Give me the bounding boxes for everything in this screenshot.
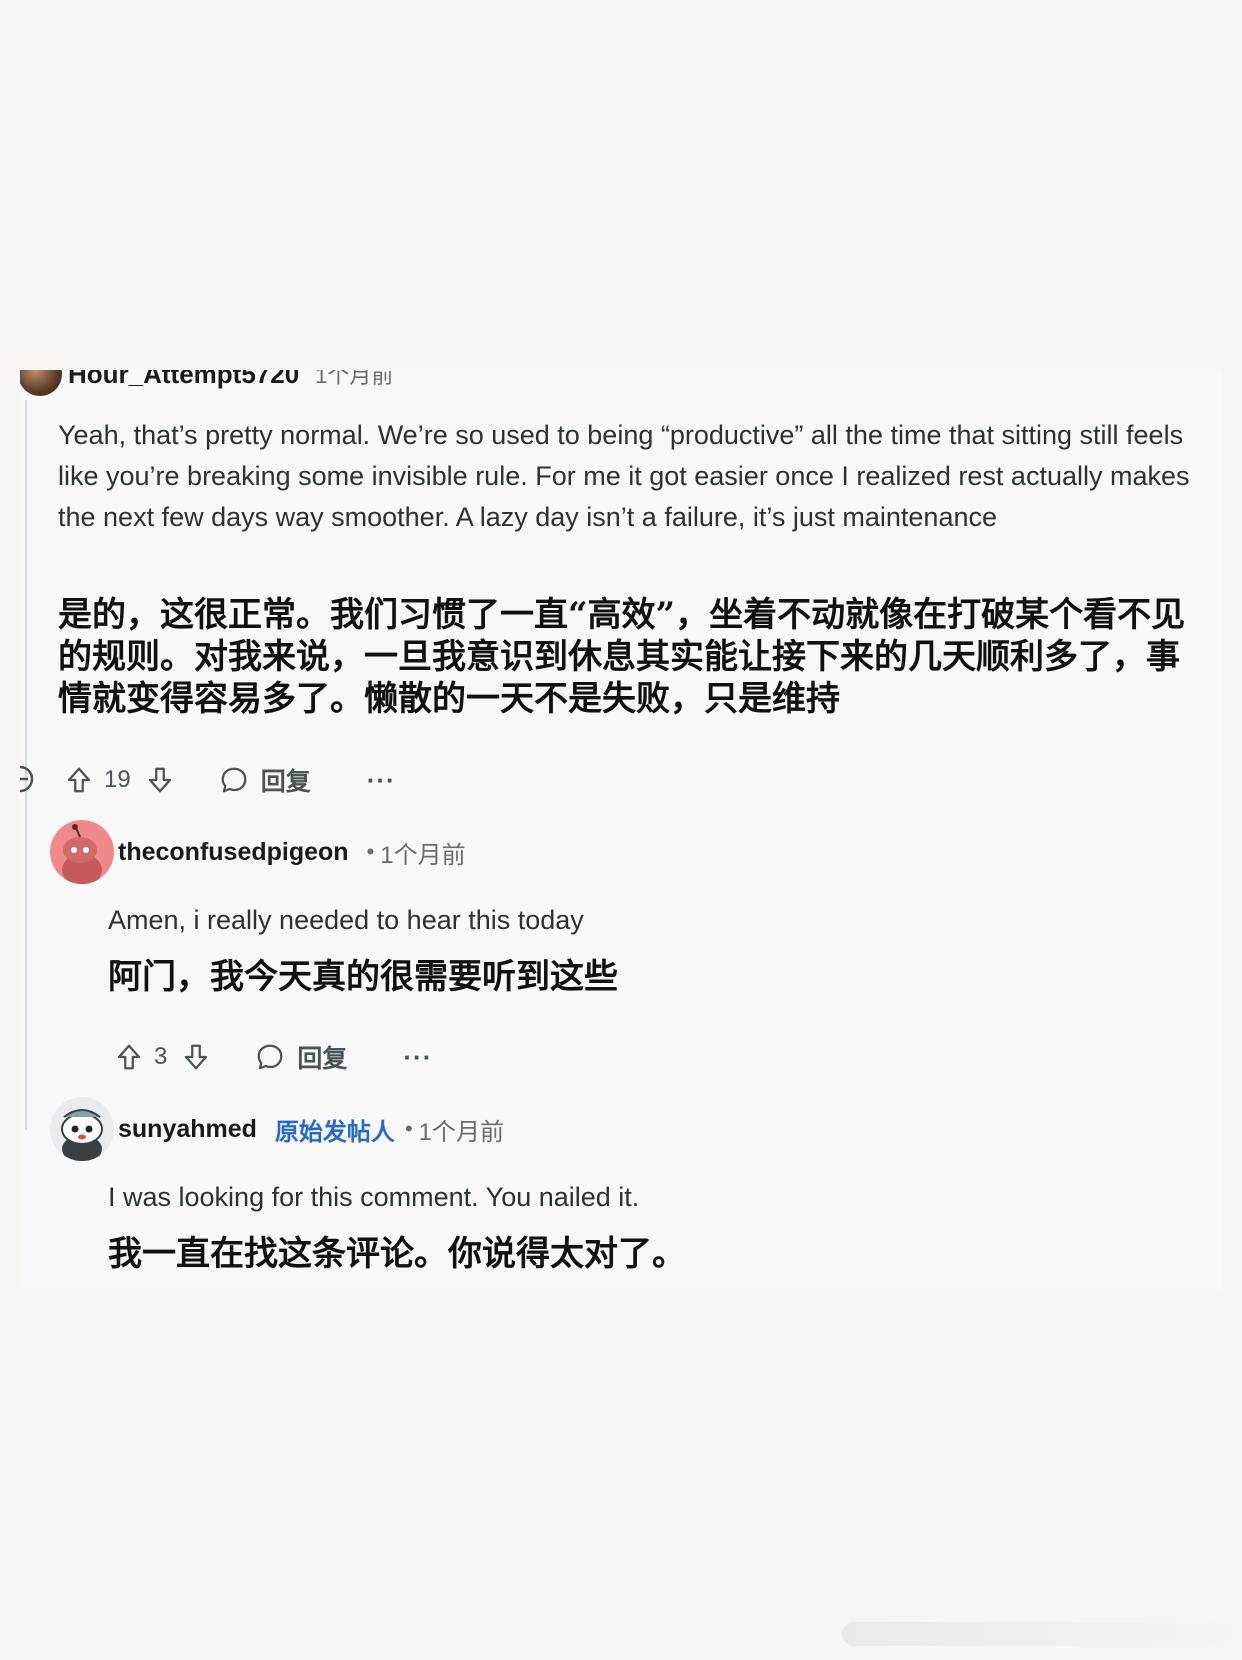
- comment-icon: [217, 763, 251, 797]
- comment-actions: 3 回复 ···: [112, 1037, 432, 1077]
- reply-header: sunyahmed 原始发帖人 • 1个月前: [50, 1097, 504, 1161]
- reply-button[interactable]: 回复: [253, 1039, 347, 1075]
- comment-body-en: Yeah, that’s pretty normal. We’re so use…: [58, 420, 1190, 532]
- comment-body-en: I was looking for this comment. You nail…: [108, 1182, 640, 1212]
- avatar[interactable]: [50, 820, 114, 884]
- meta-separator: •: [404, 1116, 413, 1141]
- comment-thread: Hour_Attempt5720 1个月前 Yeah, that’s prett…: [20, 370, 1222, 1290]
- reply-label: 回复: [297, 1045, 348, 1073]
- comment-time: 1个月前: [380, 841, 466, 869]
- snoo-avatar-icon: [62, 824, 102, 884]
- vote-count: 3: [154, 1043, 168, 1070]
- avatar[interactable]: [50, 1097, 114, 1161]
- reply-label: 回复: [260, 768, 311, 796]
- comment-body-zh: 我一直在找这条评论。你说得太对了。: [108, 1234, 686, 1274]
- more-options-button[interactable]: ···: [367, 765, 396, 796]
- comment-body-zh: 是的，这很正常。我们习惯了一直“高效”，坐着不动就像在打破某个看不见的规则。对我…: [58, 595, 1186, 719]
- username[interactable]: sunyahmed: [118, 1115, 257, 1144]
- comment-time: 1个月前: [418, 1118, 504, 1146]
- comment-body-en: Amen, i really needed to hear this today: [108, 905, 584, 935]
- watermark: [842, 1622, 1232, 1646]
- username[interactable]: theconfusedpigeon: [118, 838, 349, 867]
- vote-count: 19: [104, 766, 131, 793]
- upvote-icon[interactable]: [62, 763, 96, 797]
- comment-time: 1个月前: [315, 370, 394, 388]
- reply-button[interactable]: 回复: [217, 762, 311, 798]
- reply-header: theconfusedpigeon • 1个月前: [50, 820, 466, 884]
- comment-actions: 19 回复 ···: [62, 760, 396, 800]
- downvote-icon[interactable]: [179, 1040, 213, 1074]
- op-badge: 原始发帖人: [274, 1118, 395, 1146]
- top-comment-header: Hour_Attempt5720 1个月前: [20, 370, 394, 396]
- upvote-icon[interactable]: [112, 1040, 146, 1074]
- meta-separator: •: [366, 839, 375, 864]
- comment-icon: [253, 1040, 287, 1074]
- comment-body-zh: 阿门，我今天真的很需要听到这些: [108, 957, 618, 997]
- username[interactable]: Hour_Attempt5720: [68, 370, 299, 390]
- collapse-thread-icon[interactable]: [20, 763, 40, 800]
- avatar[interactable]: [20, 370, 62, 396]
- more-options-button[interactable]: ···: [403, 1042, 432, 1073]
- downvote-icon[interactable]: [143, 763, 177, 797]
- snoo-avatar-icon: [61, 1109, 103, 1161]
